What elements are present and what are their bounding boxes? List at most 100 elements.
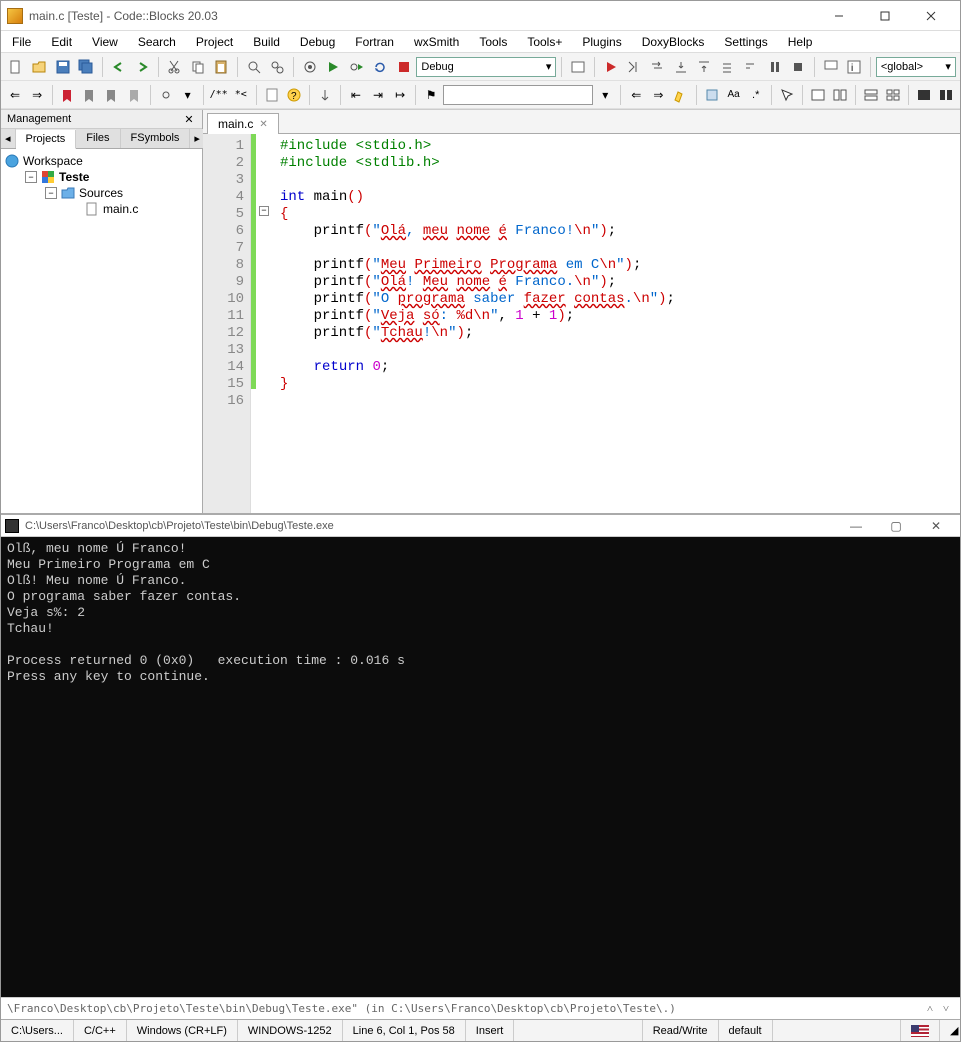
save-button[interactable] [52,56,73,78]
highlight-button[interactable] [670,84,690,106]
search-input[interactable] [443,85,593,105]
console-close-button[interactable]: ✕ [916,515,956,537]
resize-grip[interactable]: ◢ [940,1020,960,1041]
save-all-button[interactable] [75,56,96,78]
back-button[interactable]: ⇐ [5,84,25,106]
debug-run-button[interactable] [600,56,621,78]
menu-view[interactable]: View [85,33,125,51]
redo-button[interactable] [131,56,152,78]
scope-combo[interactable]: <global>▾ [876,57,956,77]
rebuild-button[interactable] [369,56,390,78]
project-tree[interactable]: Workspace − Teste − Sources main.c [1,149,202,513]
layout5-button[interactable] [914,84,934,106]
replace-button[interactable] [267,56,288,78]
select-text-button[interactable] [701,84,721,106]
menu-edit[interactable]: Edit [44,33,79,51]
last-jump-button[interactable]: ↦ [390,84,410,106]
sidebar-tab-fsymbols[interactable]: FSymbols [121,129,191,148]
menu-debug[interactable]: Debug [293,33,342,51]
sidebar-close-button[interactable]: ✕ [182,112,196,126]
console-output[interactable]: Olß, meu nome Ú Franco! Meu Primeiro Pro… [1,537,960,997]
jump-marker-button[interactable]: ⚑ [421,84,441,106]
new-file-button[interactable] [5,56,26,78]
toggle-bookmark-button[interactable] [58,84,78,106]
build-run-button[interactable] [346,56,367,78]
menu-project[interactable]: Project [189,33,240,51]
debug-windows-button[interactable] [820,56,841,78]
next-line-button[interactable] [647,56,668,78]
comment-button[interactable]: /** [209,84,229,106]
regex-button[interactable]: .* [746,84,766,106]
menu-doxyblocks[interactable]: DoxyBlocks [635,33,712,51]
close-button[interactable] [908,1,954,31]
editor-tab[interactable]: main.c ✕ [207,113,279,134]
step-out-button[interactable] [694,56,715,78]
goto-decl-button[interactable] [315,84,335,106]
status-language-flag[interactable] [901,1020,940,1041]
tree-folder[interactable]: Sources [79,186,123,200]
abort-button[interactable] [393,56,414,78]
info-button[interactable]: i [843,56,864,78]
break-button[interactable] [764,56,785,78]
console-minimize-button[interactable]: — [836,515,876,537]
tree-expander[interactable]: − [45,187,57,199]
copy-button[interactable] [187,56,208,78]
log-scroll-down[interactable]: ˅ [938,1002,954,1015]
layout2-button[interactable] [830,84,850,106]
build-button[interactable] [299,56,320,78]
layout4-button[interactable] [883,84,903,106]
tab-close-icon[interactable]: ✕ [259,119,267,130]
fold-toggle[interactable]: − [259,206,269,216]
hl-next-button[interactable]: ⇒ [648,84,668,106]
layout3-button[interactable] [861,84,881,106]
code-editor[interactable]: 12345678910111213141516 − #include <stdi… [203,134,960,513]
jump-fwd-button[interactable]: ⇥ [368,84,388,106]
menu-help[interactable]: Help [781,33,820,51]
open-button[interactable] [28,56,49,78]
step-into-button[interactable] [670,56,691,78]
build-target-combo[interactable]: Debug▾ [416,57,556,77]
prev-bookmark-button[interactable] [80,84,100,106]
menu-tools[interactable]: Tools [472,33,514,51]
menu-search[interactable]: Search [131,33,183,51]
sidebar-tab-projects[interactable]: Projects [16,130,77,149]
menu-build[interactable]: Build [246,33,287,51]
layout6-button[interactable] [936,84,956,106]
settings-dropdown[interactable]: ▾ [178,84,198,106]
tree-project[interactable]: Teste [59,170,89,184]
log-scroll-up[interactable]: ˄ [922,1002,938,1015]
next-bookmark-button[interactable] [102,84,122,106]
help-button[interactable]: ? [284,84,304,106]
layout1-button[interactable] [808,84,828,106]
tree-expander[interactable]: − [25,171,37,183]
sidebar-tab-files[interactable]: Files [76,129,120,148]
hl-prev-button[interactable]: ⇐ [626,84,646,106]
menu-file[interactable]: File [5,33,38,51]
run-button[interactable] [323,56,344,78]
step-instr-button[interactable] [741,56,762,78]
menu-settings[interactable]: Settings [717,33,774,51]
search-dropdown[interactable]: ▾ [595,84,615,106]
uncomment-button[interactable]: *< [231,84,251,106]
tree-workspace[interactable]: Workspace [23,154,83,168]
forward-button[interactable]: ⇒ [27,84,47,106]
sidebar-tab-prev[interactable]: ◂ [1,129,16,148]
console-maximize-button[interactable]: ▢ [876,515,916,537]
clear-bookmarks-button[interactable] [124,84,144,106]
menu-wxsmith[interactable]: wxSmith [407,33,466,51]
minimize-button[interactable] [816,1,862,31]
jump-back-button[interactable]: ⇤ [346,84,366,106]
doc-button[interactable] [262,84,282,106]
match-case-button[interactable]: Aa [724,84,744,106]
find-button[interactable] [243,56,264,78]
menu-plugins[interactable]: Plugins [575,33,628,51]
next-instr-button[interactable] [717,56,738,78]
maximize-button[interactable] [862,1,908,31]
menu-tools+[interactable]: Tools+ [520,33,569,51]
undo-button[interactable] [108,56,129,78]
stop-debug-button[interactable] [788,56,809,78]
cut-button[interactable] [164,56,185,78]
tree-file[interactable]: main.c [103,202,138,216]
cursor-button[interactable] [777,84,797,106]
menu-fortran[interactable]: Fortran [348,33,401,51]
